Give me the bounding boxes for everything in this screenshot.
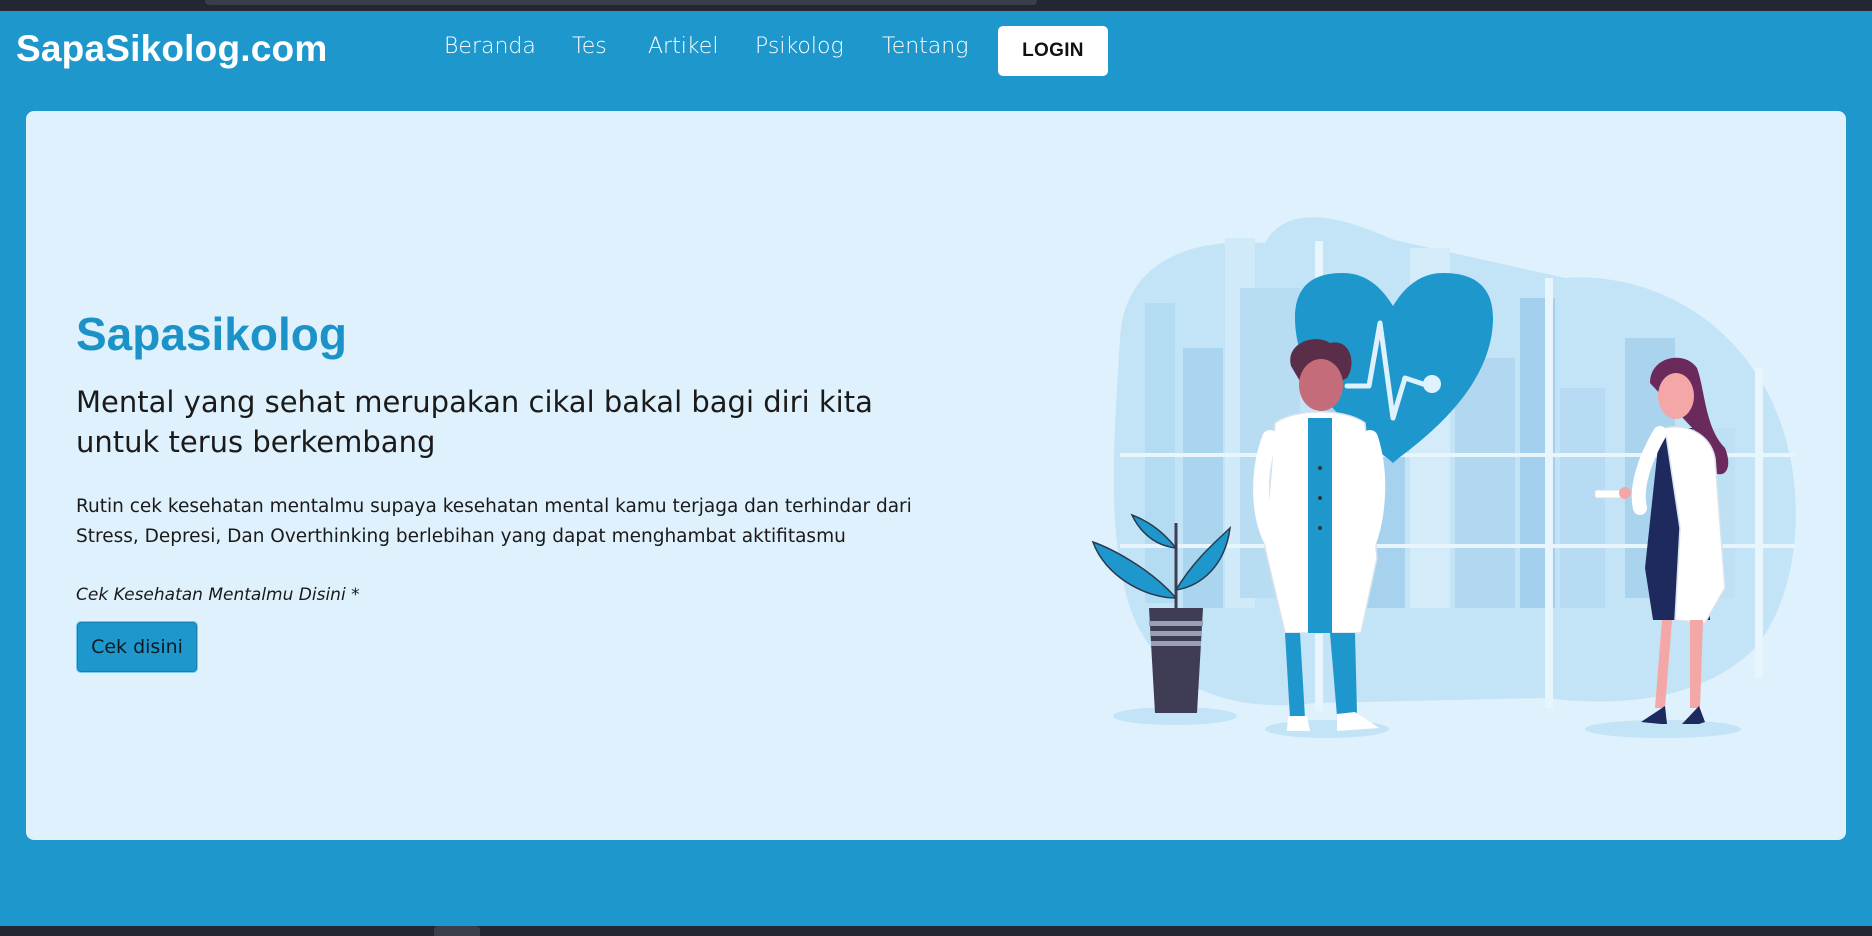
hero-subtitle: Mental yang sehat merupakan cikal bakal … — [76, 385, 873, 459]
site-logo[interactable]: SapaSikolog.com — [16, 28, 327, 70]
login-button[interactable]: LOGIN — [998, 26, 1108, 76]
nav-psikolog[interactable]: Psikolog — [755, 34, 844, 59]
hero-note: Cek Kesehatan Mentalmu Disini * — [76, 585, 360, 605]
nav-artikel[interactable]: Artikel — [648, 34, 718, 59]
browser-top-bar — [0, 0, 1872, 11]
hero-illustration — [1091, 217, 1796, 738]
browser-tab-strip — [205, 0, 1037, 5]
cek-disini-button[interactable]: Cek disini — [76, 621, 198, 673]
hero-description: Rutin cek kesehatan mentalmu supaya kese… — [76, 496, 912, 547]
taskbar-item[interactable] — [434, 926, 480, 936]
hero-title: Sapasikolog — [76, 308, 347, 360]
nav-tentang[interactable]: Tentang — [882, 34, 968, 59]
nav-tes[interactable]: Tes — [572, 34, 607, 59]
browser-bottom-bar — [0, 926, 1872, 936]
nav-beranda[interactable]: Beranda — [444, 34, 536, 59]
